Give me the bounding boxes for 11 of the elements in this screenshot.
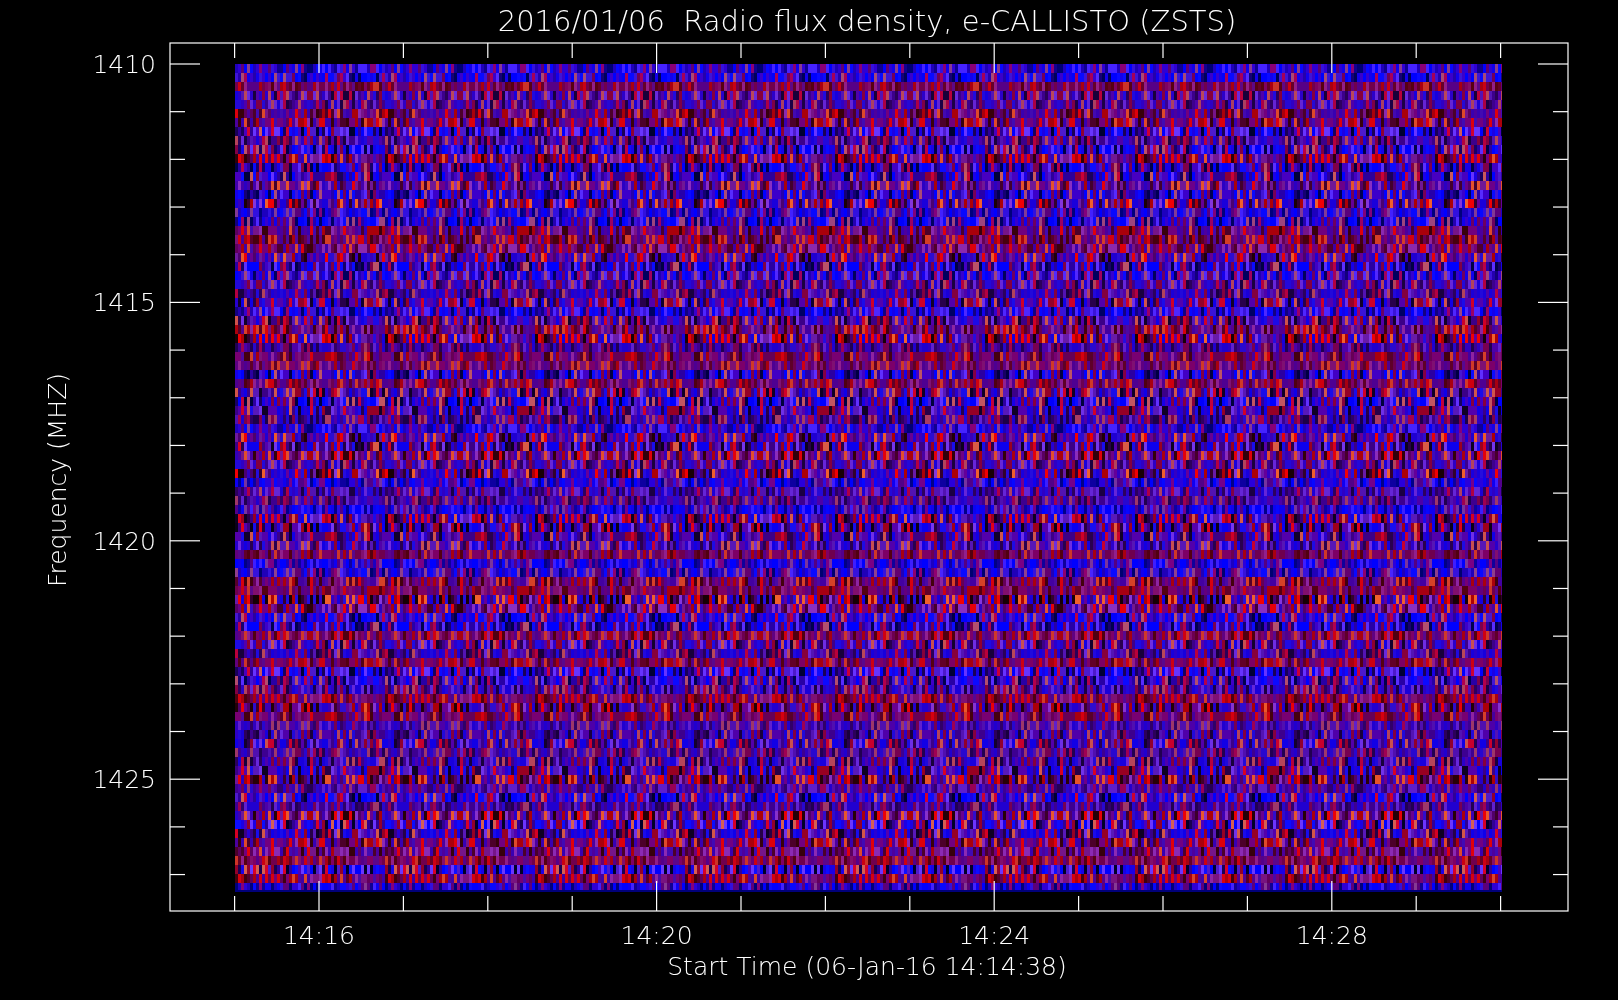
axis-tick-label: 1410 — [92, 50, 156, 79]
axis-tick-label: 1420 — [92, 526, 156, 556]
axis-tick-label: 14:28 — [1295, 921, 1368, 950]
axis-tick-label: 1425 — [92, 765, 156, 795]
axis-tick-label: 14:24 — [958, 921, 1031, 950]
axis-label: Start Time (06-Jan-16 14:14:38) — [667, 952, 1067, 981]
chart-title: 2016/01/06 Radio flux density, e-CALLISTO (ZSTS) — [497, 4, 1237, 38]
axis-tick-label: 14:20 — [620, 921, 693, 950]
axis-tick-label: 14:16 — [283, 921, 355, 950]
axis-label: Frequency (MHZ) — [43, 372, 72, 588]
axis-tick-label: 1415 — [92, 288, 156, 318]
